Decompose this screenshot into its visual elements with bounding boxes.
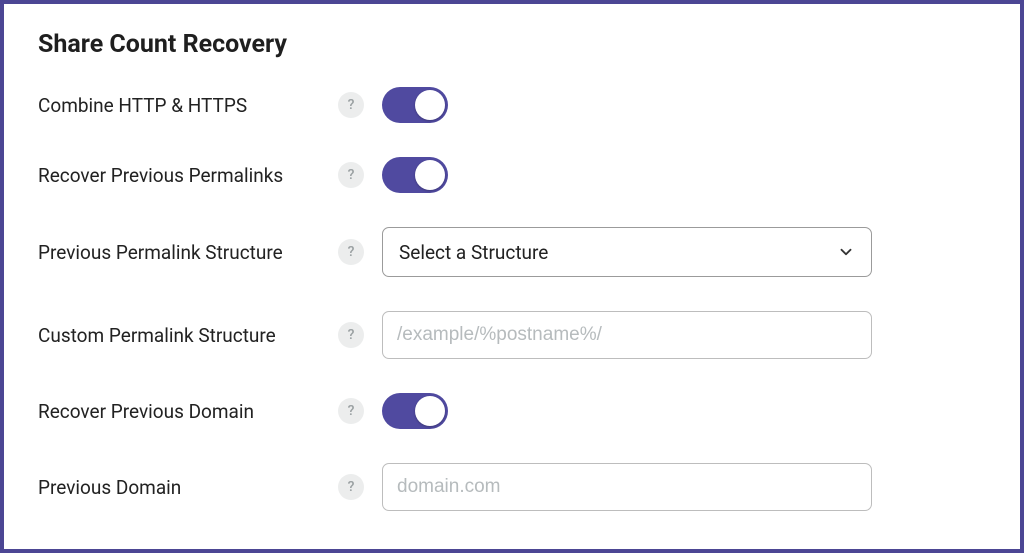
settings-panel: Share Count Recovery Combine HTTP & HTTP… [0, 0, 1024, 553]
label-recover-domain: Recover Previous Domain [38, 400, 338, 423]
row-combine-http-https: Combine HTTP & HTTPS ? [38, 87, 986, 123]
select-value: Select a Structure [399, 241, 548, 264]
help-icon[interactable]: ? [338, 322, 364, 348]
label-recover-permalinks: Recover Previous Permalinks [38, 164, 338, 187]
label-custom-structure: Custom Permalink Structure [38, 324, 338, 347]
toggle-knob [415, 396, 445, 426]
row-prev-permalink-structure: Previous Permalink Structure ? Select a … [38, 227, 986, 277]
input-custom-permalink-structure[interactable] [382, 311, 872, 359]
label-combine: Combine HTTP & HTTPS [38, 94, 338, 117]
toggle-recover-domain[interactable] [382, 393, 448, 429]
row-custom-permalink-structure: Custom Permalink Structure ? [38, 311, 986, 359]
section-title: Share Count Recovery [38, 30, 986, 59]
row-recover-permalinks: Recover Previous Permalinks ? [38, 157, 986, 193]
help-icon[interactable]: ? [338, 92, 364, 118]
toggle-recover-permalinks[interactable] [382, 157, 448, 193]
row-prev-domain: Previous Domain ? [38, 463, 986, 511]
toggle-combine-http-https[interactable] [382, 87, 448, 123]
help-icon[interactable]: ? [338, 398, 364, 424]
row-recover-domain: Recover Previous Domain ? [38, 393, 986, 429]
select-prev-permalink-structure[interactable]: Select a Structure [382, 227, 872, 277]
chevron-down-icon [837, 243, 855, 261]
help-icon[interactable]: ? [338, 162, 364, 188]
label-prev-structure: Previous Permalink Structure [38, 241, 338, 264]
label-prev-domain: Previous Domain [38, 476, 338, 499]
toggle-knob [415, 160, 445, 190]
help-icon[interactable]: ? [338, 474, 364, 500]
input-prev-domain[interactable] [382, 463, 872, 511]
help-icon[interactable]: ? [338, 239, 364, 265]
toggle-knob [415, 90, 445, 120]
